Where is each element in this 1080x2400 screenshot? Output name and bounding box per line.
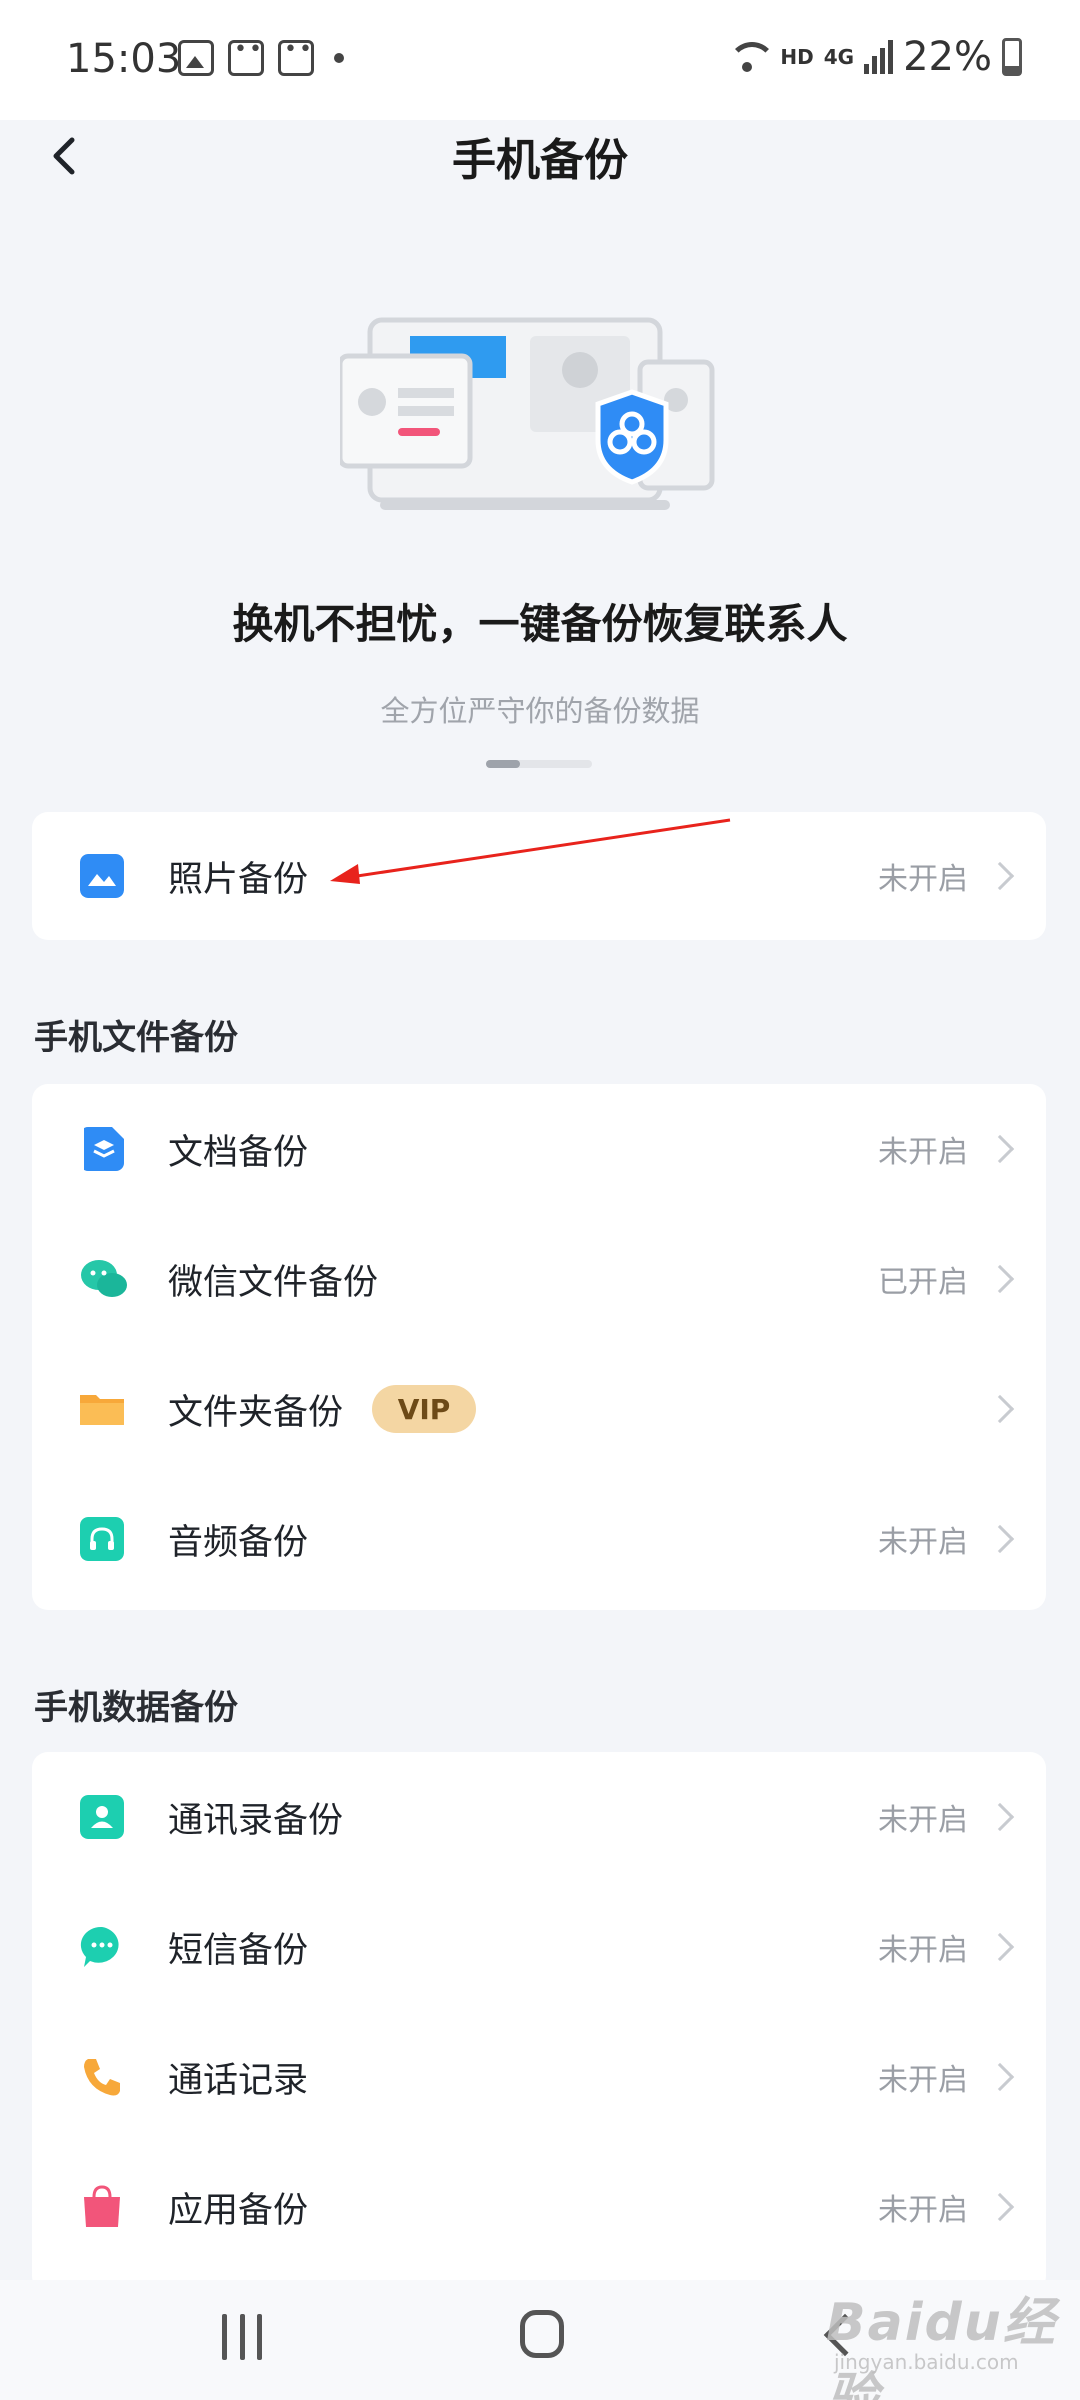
data-backup-card: 通讯录备份 未开启 短信备份 未开启 通话记录 未开启 应用备份 未开启 xyxy=(32,1752,1046,2292)
carousel-indicator-active xyxy=(486,760,520,768)
wechat-icon xyxy=(81,1260,127,1297)
phone-icon xyxy=(84,2059,120,2096)
chevron-right-icon xyxy=(985,1264,1015,1294)
page-title: 手机备份 xyxy=(452,135,628,186)
chevron-right-icon xyxy=(985,2062,1015,2092)
photo-icon xyxy=(80,854,124,898)
row-label: 短信备份 xyxy=(168,1930,309,1971)
home-icon[interactable] xyxy=(520,2310,564,2358)
signal-icon xyxy=(864,40,894,74)
row-label: 文件夹备份 xyxy=(168,1392,344,1433)
baidu-paw-icon xyxy=(228,37,264,76)
row-label: 音频备份 xyxy=(168,1522,309,1563)
message-icon xyxy=(80,1926,119,1967)
row-sms-backup[interactable]: 短信备份 未开启 xyxy=(32,1882,1046,2012)
chevron-right-icon xyxy=(985,1134,1015,1164)
network-gen-label: 4G xyxy=(823,45,855,69)
row-label: 通讯录备份 xyxy=(168,1800,344,1841)
gallery-icon xyxy=(178,40,214,76)
battery-icon xyxy=(1002,38,1022,76)
row-label: 应用备份 xyxy=(168,2190,309,2231)
annotation-arrow xyxy=(330,818,731,884)
app-header: 手机备份 xyxy=(0,100,1080,210)
row-label: 通话记录 xyxy=(168,2060,309,2101)
watermark-text: Baidu经验 xyxy=(826,2293,1057,2400)
row-status: 已开启 xyxy=(878,1265,968,1300)
file-backup-card: 文档备份 未开启 微信文件备份 已开启 文件夹备份 VIP 音频备份 未开启 xyxy=(32,1084,1046,1610)
status-time: 15:03 xyxy=(66,36,182,82)
vip-badge: VIP xyxy=(372,1385,476,1433)
row-status: 未开启 xyxy=(878,862,968,897)
chevron-right-icon xyxy=(985,861,1015,891)
row-status: 未开启 xyxy=(878,1803,968,1838)
chevron-right-icon xyxy=(985,1524,1015,1554)
more-notifications-dot-icon xyxy=(334,53,344,63)
watermark: Baidu经验 jingyan.baidu.com xyxy=(826,2280,1076,2400)
chevron-right-icon xyxy=(985,1394,1015,1424)
notification-icons xyxy=(178,37,344,76)
carousel-indicator xyxy=(486,760,592,768)
section-title-data-backup: 手机数据备份 xyxy=(34,1688,238,1728)
row-call-log[interactable]: 通话记录 未开启 xyxy=(32,2012,1046,2142)
chevron-right-icon xyxy=(985,1932,1015,1962)
baidu-paw-icon xyxy=(278,37,314,76)
contacts-icon xyxy=(80,1795,124,1839)
hero-headline: 换机不担忧，一键备份恢复联系人 xyxy=(232,600,848,648)
row-status: 未开启 xyxy=(878,1135,968,1170)
row-document-backup[interactable]: 文档备份 未开启 xyxy=(32,1084,1046,1214)
chevron-right-icon xyxy=(985,1802,1015,1832)
row-label: 文档备份 xyxy=(168,1132,309,1173)
row-app-backup[interactable]: 应用备份 未开启 xyxy=(32,2142,1046,2272)
row-status: 未开启 xyxy=(878,1933,968,1968)
watermark-url: jingyan.baidu.com xyxy=(834,2350,1019,2374)
row-status: 未开启 xyxy=(878,2063,968,2098)
battery-percent: 22% xyxy=(903,34,992,80)
row-wechat-file-backup[interactable]: 微信文件备份 已开启 xyxy=(32,1214,1046,1344)
chevron-right-icon xyxy=(985,2192,1015,2222)
row-status: 未开启 xyxy=(878,2193,968,2228)
status-right: HD 4G 22% xyxy=(726,34,1022,80)
recent-apps-icon[interactable] xyxy=(222,2314,262,2360)
row-folder-backup[interactable]: 文件夹备份 VIP xyxy=(32,1344,1046,1474)
section-title-file-backup: 手机文件备份 xyxy=(34,1018,238,1058)
app-bag-icon xyxy=(84,2185,120,2227)
network-hd-label: HD xyxy=(780,45,814,69)
folder-icon xyxy=(80,1395,124,1425)
backup-illustration xyxy=(340,317,715,510)
headphones-icon xyxy=(80,1517,124,1561)
row-label: 微信文件备份 xyxy=(168,1262,379,1303)
row-status: 未开启 xyxy=(878,1525,968,1560)
row-audio-backup[interactable]: 音频备份 未开启 xyxy=(32,1474,1046,1604)
wifi-icon xyxy=(726,40,777,74)
hero-subtitle: 全方位严守你的备份数据 xyxy=(380,694,700,728)
row-contacts-backup[interactable]: 通讯录备份 未开启 xyxy=(32,1752,1046,1882)
row-label: 照片备份 xyxy=(168,859,309,900)
document-icon xyxy=(84,1127,124,1171)
